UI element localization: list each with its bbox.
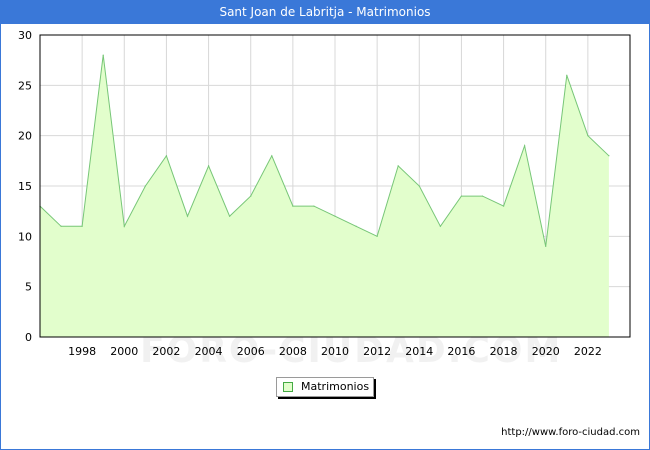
x-tick-label: 2012 [363,345,391,358]
data-point [313,205,315,207]
data-point [460,195,463,197]
data-point [123,225,125,227]
data-point [418,185,420,187]
x-tick-label: 2016 [447,345,475,358]
data-point [229,215,231,217]
y-tick-label: 5 [25,281,32,294]
data-point [250,195,252,197]
data-point [608,155,610,157]
data-point [334,215,336,217]
x-tick-label: 2002 [152,345,180,358]
y-tick-label: 0 [25,331,32,344]
x-tick-label: 2022 [574,345,602,358]
data-point [207,165,210,167]
data-point [102,54,104,56]
data-point [376,235,378,237]
data-point [481,195,484,197]
legend-label-matrimonios: Matrimonios [301,380,370,393]
source-link[interactable]: http://www.foro-ciudad.com [501,427,640,438]
data-point [355,225,357,227]
x-tick-label: 2000 [110,345,138,358]
data-point [397,165,399,167]
y-tick-label: 25 [18,79,32,92]
legend: Matrimonios [276,377,374,397]
data-point [439,225,441,227]
y-tick-label: 10 [18,230,32,243]
x-tick-label: 2006 [237,345,265,358]
x-tick-label: 2010 [321,345,349,358]
data-point [292,205,294,207]
data-point [587,135,589,137]
data-point [566,74,568,76]
data-point [502,205,505,207]
x-tick-label: 2004 [195,345,223,358]
x-tick-label: 2008 [279,345,307,358]
y-tick-label: 30 [18,29,32,42]
data-point [186,215,189,217]
x-tick-label: 2014 [405,345,433,358]
x-tick-label: 2018 [490,345,518,358]
data-point [81,225,83,227]
x-tick-label: 2020 [532,345,560,358]
data-point [144,185,146,187]
data-point [524,145,526,147]
y-tick-label: 20 [18,130,32,143]
data-point [545,245,547,247]
data-point [271,155,273,157]
legend-swatch-matrimonios [283,382,293,392]
x-tick-label: 1998 [68,345,96,358]
y-tick-label: 15 [18,180,32,193]
data-point [165,155,168,157]
data-point [60,225,62,227]
